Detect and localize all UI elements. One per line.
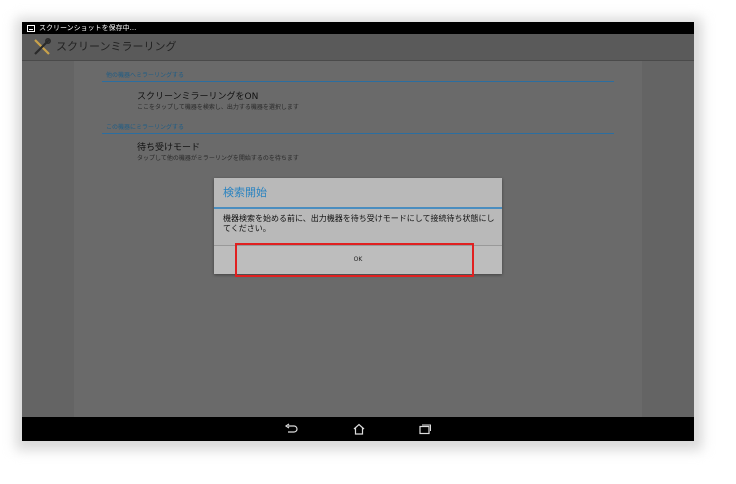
- recents-icon[interactable]: [418, 423, 432, 435]
- section-header-mirror-to-other: 他の機器へミラーリングする: [102, 70, 614, 82]
- setting-title: スクリーンミラーリングをON: [137, 92, 259, 102]
- dialog-message: 機器検索を始める前に、出力機器を待ち受けモードにして接続待ち状態にしてください。: [223, 214, 495, 233]
- action-bar: スクリーンミラーリング: [22, 34, 694, 61]
- status-text: スクリーンショットを保存中...: [39, 24, 137, 32]
- home-icon[interactable]: [352, 423, 366, 435]
- setting-standby-mode[interactable]: 待ち受けモード タップして他の機器がミラーリングを開始するのを待ちます: [137, 142, 299, 163]
- tools-icon: [34, 38, 51, 55]
- screenshot-icon: [27, 25, 35, 32]
- app-title: スクリーンミラーリング: [56, 40, 177, 53]
- highlight-annotation: [235, 243, 474, 277]
- dialog-title: 検索開始: [223, 186, 267, 199]
- navigation-bar: [22, 417, 694, 441]
- setting-screen-mirroring-on[interactable]: スクリーンミラーリングをON ここをタップして機器を検索し、出力する機器を選択し…: [137, 91, 299, 112]
- setting-summary: ここをタップして機器を検索し、出力する機器を選択します: [137, 104, 299, 111]
- setting-title: 待ち受けモード: [137, 143, 201, 153]
- dialog-divider: [214, 207, 502, 209]
- section-header-mirror-to-this: この機器にミラーリングする: [102, 122, 614, 134]
- status-bar: スクリーンショットを保存中...: [22, 22, 694, 34]
- back-icon[interactable]: [284, 423, 298, 435]
- setting-summary: タップして他の機器がミラーリングを開始するのを待ちます: [137, 155, 299, 162]
